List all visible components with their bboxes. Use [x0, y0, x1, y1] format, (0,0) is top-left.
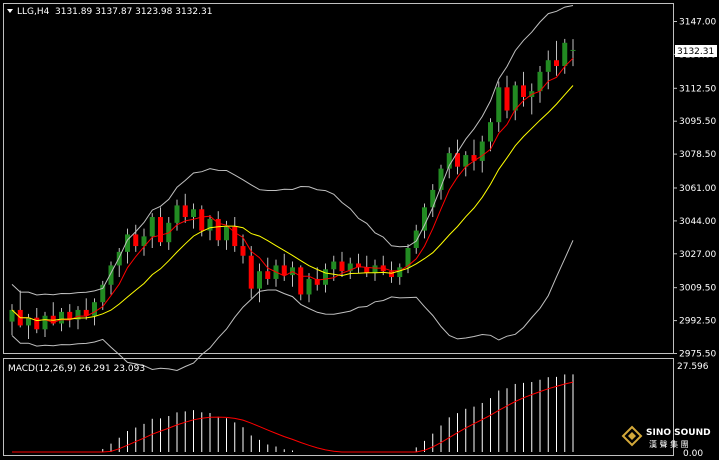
price-tick-label: 3044.00: [679, 217, 716, 227]
candle-body: [504, 87, 510, 111]
price-tick-label: 2975.50: [679, 350, 716, 360]
macd-label: MACD(12,26,9) 26.291 23.093: [8, 364, 145, 374]
candle-body: [521, 85, 526, 97]
candle-body: [257, 271, 262, 289]
price-tick-label: 3078.50: [679, 150, 716, 160]
candle-body: [554, 60, 559, 67]
candle-body: [496, 87, 502, 123]
candle-body: [422, 207, 427, 231]
price-chart[interactable]: 3147.003130.003112.503095.503078.503061.…: [0, 0, 719, 460]
candle-body: [174, 205, 180, 223]
candle-body: [240, 246, 246, 256]
candle-body: [133, 234, 139, 247]
candle-body: [158, 217, 163, 243]
current-price-badge: 3132.31: [677, 47, 714, 57]
candle-body: [298, 267, 304, 295]
price-tick-label: 3147.00: [679, 18, 716, 28]
candle-body: [26, 317, 31, 326]
price-tick-label: 3112.50: [679, 84, 716, 94]
candle-body: [281, 265, 287, 276]
candle-body: [191, 209, 196, 218]
candle-body: [108, 265, 114, 285]
candle-body: [248, 255, 254, 289]
candle-body: [372, 265, 378, 274]
candle-body: [306, 278, 312, 295]
candle-body: [42, 315, 48, 330]
ohlc-values: 3131.89 3137.87 3123.98 3132.31: [55, 7, 212, 17]
candle-body: [34, 317, 40, 330]
price-tick-label: 3095.50: [679, 117, 716, 127]
candle-body: [545, 60, 551, 72]
price-tick-label: 3009.50: [679, 284, 716, 294]
candle-body: [339, 261, 345, 272]
logo-text-cn: 漢 聲 集 團: [649, 439, 689, 449]
price-tick-label: 2992.50: [679, 317, 716, 327]
candle-body: [199, 209, 205, 231]
candle-body: [430, 189, 436, 208]
candle-body: [149, 217, 155, 237]
price-tick-label: 3027.00: [679, 250, 716, 260]
candle-body: [389, 271, 394, 278]
candle-body: [488, 122, 493, 142]
symbol-label: LLG,H4: [17, 7, 50, 17]
candle-body: [397, 267, 403, 278]
candle-body: [182, 205, 188, 218]
price-tick-label: 3061.00: [679, 184, 716, 194]
candle-body: [323, 269, 328, 285]
logo-text-en: SINO SOUND: [646, 428, 711, 438]
candle-body: [479, 141, 485, 161]
candle-body: [59, 311, 64, 324]
candle-body: [413, 230, 419, 248]
candle-body: [570, 49, 576, 51]
candle-body: [92, 302, 97, 316]
candle-body: [512, 85, 518, 111]
candle-body: [331, 261, 337, 270]
candle-body: [224, 226, 229, 241]
macd-axis-zero: 0.00: [683, 449, 703, 459]
candle-body: [562, 42, 568, 67]
chart-background: [0, 0, 719, 460]
macd-axis-top: 27.596: [677, 362, 709, 372]
candle-body: [232, 226, 238, 247]
candle-body: [265, 271, 271, 279]
